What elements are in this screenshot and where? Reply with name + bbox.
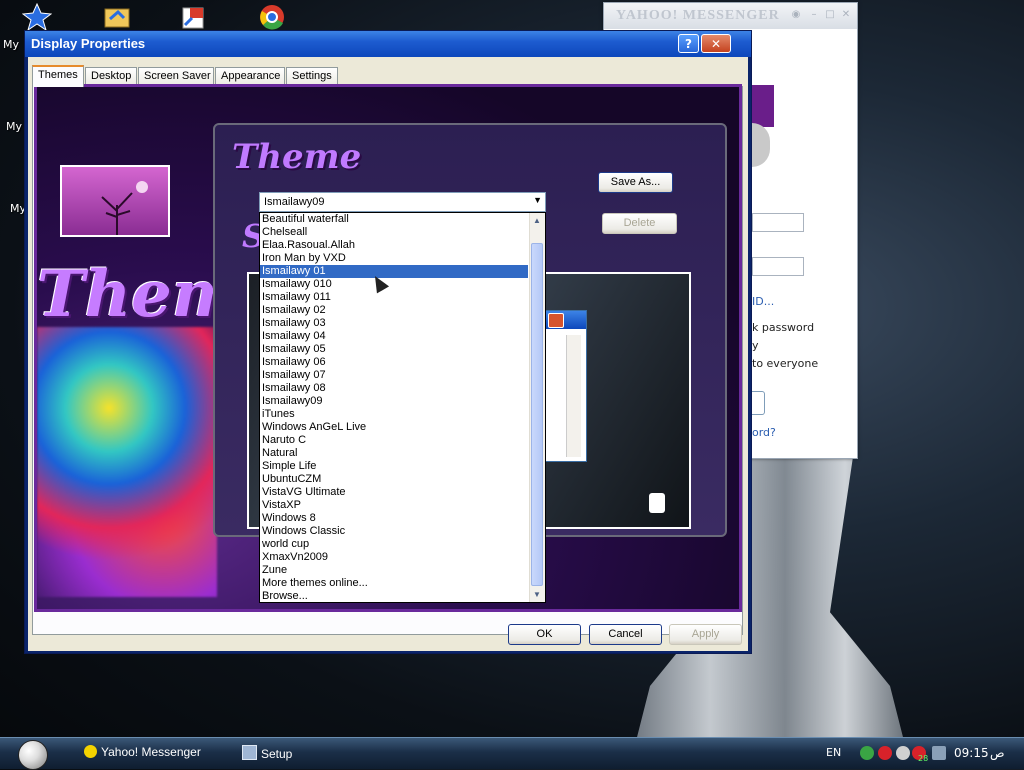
scroll-thumb[interactable] [531, 243, 543, 586]
language-indicator[interactable]: EN [826, 746, 841, 759]
yahoo-sign-in-invisible[interactable]: y [752, 339, 759, 352]
theme-option[interactable]: Simple Life [260, 460, 528, 473]
star-icon[interactable] [21, 2, 53, 32]
theme-option[interactable]: Naruto C [260, 434, 528, 447]
delete-button[interactable]: Delete [602, 213, 677, 234]
close-button[interactable]: ✕ [701, 34, 731, 53]
theme-option[interactable]: VistaXP [260, 499, 528, 512]
preview-scrollbar [566, 335, 581, 457]
task-label: Yahoo! Messenger [101, 745, 201, 759]
yahoo-menu-icon[interactable]: ◉ [790, 9, 802, 21]
yahoo-visible-to-everyone[interactable]: to everyone [752, 357, 818, 370]
theme-option[interactable]: Windows AnGeL Live [260, 421, 528, 434]
yahoo-logo [752, 85, 774, 127]
yahoo-remember-password[interactable]: k password [752, 321, 814, 334]
tree-photo-art [60, 165, 170, 237]
error-icon[interactable] [878, 746, 892, 760]
preview-window-title [546, 311, 586, 329]
clock-time[interactable]: 09:15 [954, 746, 989, 760]
taskbar: Yahoo! Messenger Setup EN 28 09:15 ص [0, 737, 1024, 770]
theme-option[interactable]: Windows 8 [260, 512, 528, 525]
yahoo-id-input[interactable] [752, 213, 804, 232]
theme-select-value: Ismailawy09 [264, 196, 325, 208]
yahoo-maximize-button[interactable]: □ [824, 9, 836, 21]
theme-option[interactable]: XmaxVn2009 [260, 551, 528, 564]
theme-option[interactable]: Windows Classic [260, 525, 528, 538]
theme-option[interactable]: UbuntuCZM [260, 473, 528, 486]
yahoo-sign-in-button[interactable] [752, 391, 765, 415]
theme-option[interactable]: More themes online... [260, 577, 528, 590]
theme-option[interactable]: VistaVG Ultimate [260, 486, 528, 499]
theme-option[interactable]: Ismailawy 02 [260, 304, 528, 317]
theme-options: Beautiful waterfall Chelseall Elaa.Rasoual… [260, 213, 545, 603]
preview-close-icon [548, 313, 564, 328]
system-tray: EN 28 09:15 ص [822, 738, 1024, 769]
tab-themes[interactable]: Themes [32, 65, 84, 87]
theme-option[interactable]: Ismailawy 011 [260, 291, 528, 304]
network-icon[interactable] [860, 746, 874, 760]
tab-screen-saver[interactable]: Screen Saver [138, 67, 214, 85]
theme-option[interactable]: Ismailawy09 [260, 395, 528, 408]
apply-button[interactable]: Apply [669, 624, 742, 645]
preview-window [545, 310, 587, 462]
theme-option[interactable]: Natural [260, 447, 528, 460]
theme-option[interactable]: world cup [260, 538, 528, 551]
task-yahoo-messenger[interactable]: Yahoo! Messenger [84, 745, 201, 759]
task-setup[interactable]: Setup [242, 745, 292, 761]
theme-option[interactable]: Ismailawy 04 [260, 330, 528, 343]
dropdown-scrollbar[interactable]: ▲ ▼ [529, 213, 545, 602]
ok-button[interactable]: OK [508, 624, 581, 645]
theme-option[interactable]: Chelseall [260, 226, 528, 239]
theme-option[interactable]: Ismailawy 010 [260, 278, 528, 291]
clock-ampm: ص [990, 746, 1005, 760]
yahoo-close-button[interactable]: ✕ [840, 9, 852, 21]
theme-option[interactable]: Ismailawy 01 [260, 265, 528, 278]
theme-option[interactable]: Ismailawy 07 [260, 369, 528, 382]
tab-appearance[interactable]: Appearance [215, 67, 285, 85]
tab-desktop[interactable]: Desktop [85, 67, 137, 85]
yahoo-get-id-link[interactable]: ID... [752, 295, 774, 308]
recycle-bin-icon [649, 493, 665, 513]
shortcut-icon[interactable] [178, 3, 208, 31]
start-button[interactable] [18, 740, 48, 770]
theme-option[interactable]: Ismailawy 06 [260, 356, 528, 369]
paint-splash-art [37, 327, 217, 597]
setup-icon [242, 745, 257, 760]
yahoo-forgot-password-link[interactable]: ord? [752, 426, 776, 439]
theme-heading-art: Theme [232, 137, 362, 177]
yahoo-avatar [752, 123, 770, 167]
theme-option[interactable]: Iron Man by VXD [260, 252, 528, 265]
theme-option[interactable]: iTunes [260, 408, 528, 421]
theme-dropdown-list[interactable]: Beautiful waterfall Chelseall Elaa.Rasoual… [259, 212, 546, 603]
yahoo-password-input[interactable] [752, 257, 804, 276]
scroll-up-icon[interactable]: ▲ [531, 214, 543, 227]
tab-settings[interactable]: Settings [286, 67, 338, 85]
display-icon[interactable] [932, 746, 946, 760]
minus-icon[interactable] [896, 746, 910, 760]
theme-option[interactable]: Elaa.Rasoual.Allah [260, 239, 528, 252]
desktop-label[interactable]: My [6, 120, 22, 133]
dialog-title: Display Properties [25, 31, 751, 57]
theme-option[interactable]: Ismailawy 03 [260, 317, 528, 330]
theme-option[interactable]: Ismailawy 08 [260, 382, 528, 395]
desktop-label[interactable]: My [3, 38, 19, 51]
theme-option[interactable]: Beautiful waterfall [260, 213, 528, 226]
tray-badge: 28 [918, 754, 929, 763]
theme-option[interactable]: Browse... [260, 590, 528, 603]
theme-select[interactable]: Ismailawy09 ▼ [259, 192, 546, 212]
save-as-button[interactable]: Save As... [598, 172, 673, 193]
yahoo-smiley-icon [84, 745, 97, 758]
chevron-down-icon[interactable]: ▼ [533, 195, 542, 205]
scroll-down-icon[interactable]: ▼ [531, 588, 543, 601]
chrome-icon[interactable] [257, 3, 287, 31]
yahoo-minimize-button[interactable]: – [808, 9, 820, 21]
theme-option[interactable]: Ismailawy 05 [260, 343, 528, 356]
theme-option[interactable]: Zune [260, 564, 528, 577]
help-button[interactable]: ? [678, 34, 699, 53]
folder-icon[interactable] [102, 3, 132, 31]
cancel-button[interactable]: Cancel [589, 624, 662, 645]
task-label: Setup [261, 747, 293, 761]
